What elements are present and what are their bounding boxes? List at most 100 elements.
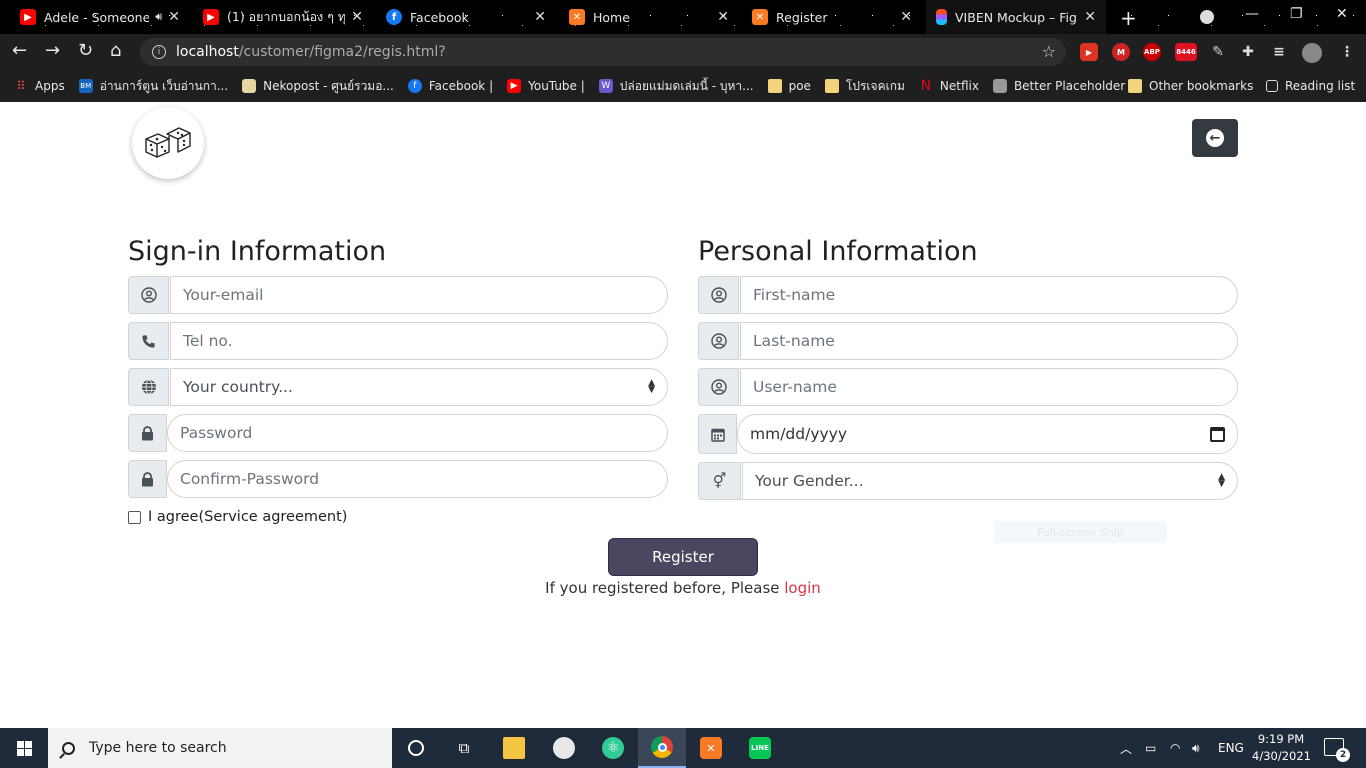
bookmark-youtube[interactable]: ▶ YouTube | — [507, 79, 585, 93]
confirm-password-input[interactable]: Confirm-Password — [167, 460, 668, 498]
taskbar-file-explorer[interactable] — [490, 728, 538, 768]
close-tab-icon[interactable]: ✕ — [534, 9, 546, 25]
minimize-icon[interactable]: — — [1245, 6, 1259, 22]
taskbar-line[interactable]: LINE — [736, 728, 784, 768]
bookmark-nekopost[interactable]: Nekopost - ศูนย์รวมอ... — [242, 77, 394, 96]
tab-facebook[interactable]: f Facebook ✕ — [376, 0, 556, 34]
agree-checkbox[interactable] — [128, 510, 141, 524]
apps-grid-icon: ⠿ — [16, 79, 26, 93]
address-bar[interactable]: i localhost/customer/figma2/regis.html? … — [140, 38, 1066, 66]
dice-icon — [145, 127, 191, 158]
close-tab-icon[interactable]: ✕ — [168, 9, 180, 25]
image-placeholder-icon — [992, 79, 1007, 93]
close-tab-icon[interactable]: ✕ — [717, 9, 729, 25]
xampp-icon: ✕ — [752, 9, 768, 25]
taskbar-chrome[interactable] — [638, 728, 686, 768]
country-select[interactable]: Your country... ▲ ▼ — [170, 368, 668, 406]
close-tab-icon[interactable]: ✕ — [1084, 9, 1096, 25]
close-window-icon[interactable]: ✕ — [1336, 6, 1348, 22]
username-field: User-name — [698, 368, 1238, 406]
new-tab-icon[interactable]: + — [1120, 6, 1137, 30]
last-name-input[interactable]: Last-name — [740, 322, 1238, 360]
extension-pen-icon[interactable]: ✎ — [1209, 43, 1227, 61]
home-icon[interactable]: ⌂ — [110, 42, 121, 60]
register-button[interactable]: Register — [608, 538, 758, 576]
site-logo[interactable] — [132, 107, 204, 179]
tab-youtube-2[interactable]: ▶ (1) อยากบอกน้อง ๆ ทุกคน ✕ — [193, 0, 373, 34]
back-button[interactable]: ← — [1192, 119, 1238, 157]
other-bookmarks[interactable]: Other bookmarks — [1128, 79, 1253, 93]
start-button[interactable] — [0, 728, 48, 768]
extension-badge-icon[interactable]: 8446 — [1175, 43, 1197, 61]
login-link[interactable]: login — [784, 579, 821, 597]
gender-select[interactable]: Your Gender... ▲ ▼ — [742, 462, 1238, 500]
language-indicator[interactable]: ENG — [1218, 728, 1244, 768]
adblock-icon[interactable]: ABP — [1143, 43, 1161, 61]
bookmark-poe[interactable]: poe — [767, 79, 811, 93]
forward-arrow-icon[interactable]: → — [45, 42, 60, 60]
bookmark-star-icon[interactable]: ☆ — [1042, 42, 1056, 61]
email-input[interactable]: Your-email — [170, 276, 668, 314]
extension-m-icon[interactable]: M — [1112, 43, 1130, 61]
password-input[interactable]: Password — [167, 414, 668, 452]
facebook-icon: f — [407, 79, 422, 93]
first-name-input[interactable]: First-name — [740, 276, 1238, 314]
taskbar-app-paint[interactable] — [540, 728, 588, 768]
taskbar-atom[interactable]: ⚛ — [589, 728, 637, 768]
folder-icon — [1128, 79, 1142, 93]
site-info-icon[interactable]: i — [152, 45, 166, 59]
media-control-icon[interactable]: ≡ — [1270, 43, 1288, 61]
notification-icon[interactable]: 2 — [1324, 738, 1350, 762]
speaker-icon[interactable]: 🔊︎ — [155, 10, 162, 24]
folder-icon — [503, 737, 525, 759]
tel-input[interactable]: Tel no. — [170, 322, 668, 360]
clock[interactable]: 9:19 PM 4/30/2021 — [1252, 731, 1311, 765]
country-field: Your country... ▲ ▼ — [128, 368, 668, 406]
xampp-icon: ✕ — [700, 737, 722, 759]
bookmark-netflix[interactable]: N Netflix — [919, 78, 979, 94]
battery-icon[interactable]: ▭ — [1145, 728, 1156, 768]
profile-avatar-icon[interactable] — [1302, 43, 1322, 63]
user-circle-icon — [698, 322, 739, 360]
bookmark-apps[interactable]: ⠿ Apps — [14, 79, 65, 93]
personal-section-title: Personal Information — [698, 236, 978, 267]
birthdate-input[interactable]: mm/dd/yyyy — [737, 414, 1238, 454]
cortana-button[interactable] — [392, 728, 440, 768]
xampp-icon: ✕ — [569, 9, 585, 25]
facebook-icon: f — [386, 9, 402, 25]
back-arrow-icon[interactable]: ← — [12, 42, 27, 60]
bookmark-witch[interactable]: W ปล่อยแม่มดเล่มนี้ - บุหา... — [598, 77, 754, 96]
reading-list-icon — [1266, 80, 1278, 92]
tab-search-icon[interactable] — [1200, 10, 1214, 24]
wifi-icon[interactable]: ◠ — [1170, 728, 1180, 768]
chrome-icon — [651, 736, 673, 758]
reading-list[interactable]: Reading list — [1266, 79, 1355, 93]
username-input[interactable]: User-name — [740, 368, 1238, 406]
taskbar-xampp[interactable]: ✕ — [687, 728, 735, 768]
lock-icon — [128, 460, 167, 498]
login-prompt: If you registered before, Please login — [545, 579, 821, 597]
bookmark-cartoon[interactable]: BM อ่านการ์ตูน เว็บอ่านกา... — [78, 77, 228, 96]
tab-home[interactable]: ✕ Home ✕ — [559, 0, 739, 34]
reload-icon[interactable]: ↻ — [78, 42, 93, 60]
bookmark-better-placeholder[interactable]: Better Placeholder — [992, 79, 1125, 93]
extension-video-icon[interactable]: ▶ — [1080, 43, 1098, 61]
calendar-picker-icon[interactable] — [1210, 426, 1225, 442]
close-tab-icon[interactable]: ✕ — [900, 9, 912, 25]
tab-adele[interactable]: ▶ Adele - Someone 🔊︎ ✕ — [10, 0, 190, 34]
tray-chevron-icon[interactable]: ︿ — [1120, 728, 1132, 768]
netflix-icon: N — [920, 78, 932, 94]
extensions-puzzle-icon[interactable]: ✚ — [1239, 43, 1257, 61]
close-tab-icon[interactable]: ✕ — [351, 9, 363, 25]
menu-kebab-icon[interactable]: ⋮ — [1338, 43, 1356, 61]
restore-icon[interactable]: ❐ — [1290, 6, 1303, 22]
snip-overlay: Full-screen Snip — [994, 521, 1167, 543]
taskbar-search[interactable]: Type here to search — [48, 728, 392, 768]
tab-register[interactable]: ✕ Register ✕ — [742, 0, 922, 34]
task-view-button[interactable]: ⧉ — [440, 728, 488, 768]
volume-icon[interactable]: 🔊︎ — [1192, 728, 1200, 768]
bookmark-game-project[interactable]: โปรเจคเกม — [824, 77, 905, 96]
url-path: /customer/figma2/regis.html? — [238, 44, 446, 60]
bookmark-facebook[interactable]: f Facebook | — [407, 79, 493, 93]
tab-figma[interactable]: VIBEN Mockup – Figma ✕ — [926, 0, 1106, 34]
